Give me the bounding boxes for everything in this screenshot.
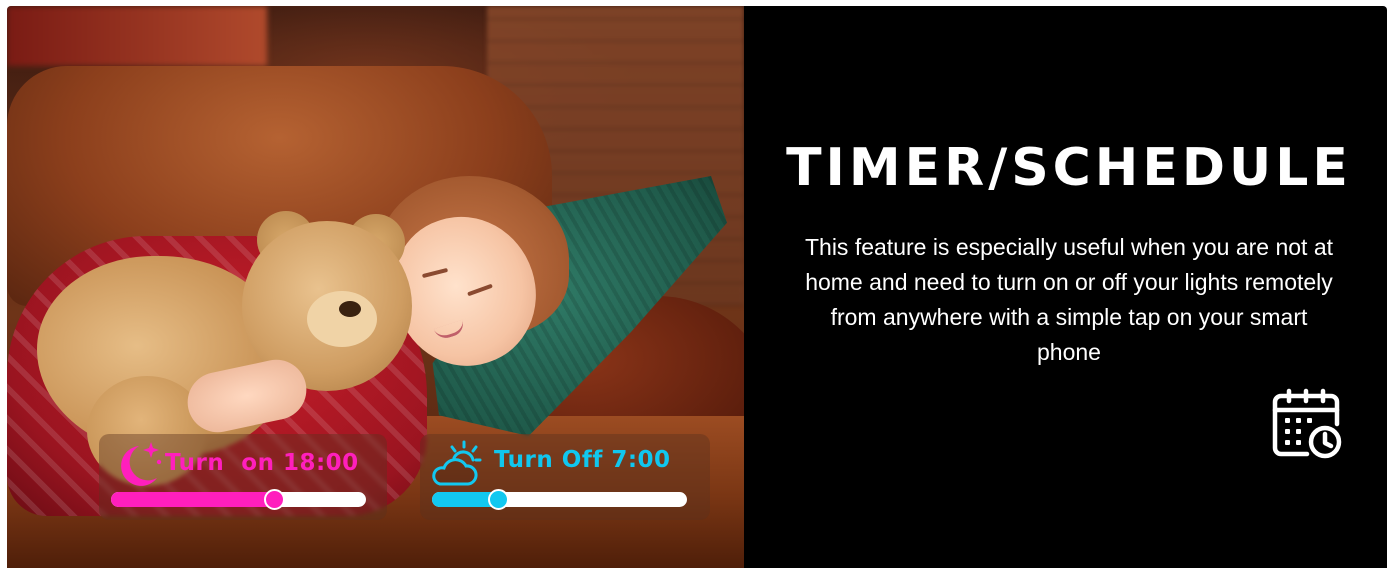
moon-stars-icon — [121, 442, 162, 486]
sun-cloud-icon — [432, 440, 482, 486]
turn-on-slider-fill — [111, 492, 275, 507]
turn-off-slider[interactable] — [432, 489, 687, 510]
hero-photo: Turn on 18:00 Turn Off 7:00 — [7, 6, 744, 568]
turn-on-slider[interactable] — [111, 489, 366, 510]
turn-off-schedule-card: Turn Off 7:00 — [420, 434, 710, 520]
teddy-bear-nose — [339, 301, 361, 317]
turn-on-label: Turn on 18:00 — [165, 450, 359, 476]
turn-on-slider-thumb[interactable] — [264, 489, 286, 510]
feature-title: TIMER/SCHEDULE — [786, 138, 1352, 198]
feature-description: This feature is especially useful when y… — [804, 234, 1333, 365]
turn-off-label: Turn Off 7:00 — [494, 447, 671, 473]
turn-off-slider-thumb[interactable] — [488, 489, 510, 510]
calendar-clock-icon — [1272, 388, 1342, 459]
teddy-bear-snout — [307, 291, 377, 347]
feature-text-panel: TIMER/SCHEDULE This feature is especiall… — [744, 6, 1387, 568]
feature-banner: Turn on 18:00 Turn Off 7:00 TIMER/SCHEDU… — [7, 6, 1387, 568]
background-window — [7, 6, 267, 66]
turn-on-schedule-card: Turn on 18:00 — [99, 434, 387, 520]
